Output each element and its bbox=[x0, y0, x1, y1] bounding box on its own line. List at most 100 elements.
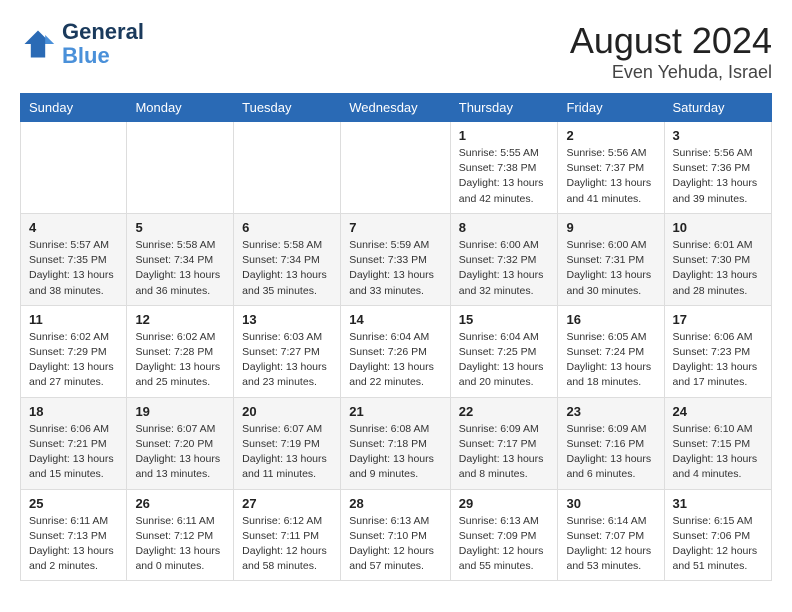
day-info: Sunrise: 5:59 AM Sunset: 7:33 PM Dayligh… bbox=[349, 238, 442, 299]
day-number: 14 bbox=[349, 312, 442, 327]
day-cell bbox=[341, 122, 451, 214]
day-cell: 13 Sunrise: 6:03 AM Sunset: 7:27 PM Dayli… bbox=[234, 305, 341, 397]
day-cell: 1 Sunrise: 5:55 AM Sunset: 7:38 PM Daylig… bbox=[450, 122, 558, 214]
day-number: 22 bbox=[459, 404, 550, 419]
logo-line2: Blue bbox=[62, 44, 144, 68]
day-number: 10 bbox=[673, 220, 763, 235]
day-number: 13 bbox=[242, 312, 332, 327]
day-number: 1 bbox=[459, 128, 550, 143]
day-info: Sunrise: 6:06 AM Sunset: 7:21 PM Dayligh… bbox=[29, 422, 118, 483]
day-info: Sunrise: 5:55 AM Sunset: 7:38 PM Dayligh… bbox=[459, 146, 550, 207]
day-number: 6 bbox=[242, 220, 332, 235]
day-number: 2 bbox=[566, 128, 655, 143]
day-info: Sunrise: 6:09 AM Sunset: 7:16 PM Dayligh… bbox=[566, 422, 655, 483]
day-number: 4 bbox=[29, 220, 118, 235]
weekday-header-tuesday: Tuesday bbox=[234, 94, 341, 122]
day-info: Sunrise: 6:07 AM Sunset: 7:19 PM Dayligh… bbox=[242, 422, 332, 483]
day-number: 18 bbox=[29, 404, 118, 419]
day-info: Sunrise: 5:57 AM Sunset: 7:35 PM Dayligh… bbox=[29, 238, 118, 299]
day-info: Sunrise: 6:14 AM Sunset: 7:07 PM Dayligh… bbox=[566, 514, 655, 575]
day-number: 30 bbox=[566, 496, 655, 511]
day-number: 29 bbox=[459, 496, 550, 511]
day-cell: 2 Sunrise: 5:56 AM Sunset: 7:37 PM Daylig… bbox=[558, 122, 664, 214]
day-info: Sunrise: 6:00 AM Sunset: 7:32 PM Dayligh… bbox=[459, 238, 550, 299]
day-info: Sunrise: 6:04 AM Sunset: 7:25 PM Dayligh… bbox=[459, 330, 550, 391]
day-info: Sunrise: 6:01 AM Sunset: 7:30 PM Dayligh… bbox=[673, 238, 763, 299]
day-cell bbox=[234, 122, 341, 214]
day-info: Sunrise: 6:06 AM Sunset: 7:23 PM Dayligh… bbox=[673, 330, 763, 391]
weekday-header-saturday: Saturday bbox=[664, 94, 771, 122]
page-header: General Blue August 2024 Even Yehuda, Is… bbox=[20, 20, 772, 83]
weekday-header-thursday: Thursday bbox=[450, 94, 558, 122]
day-cell: 28 Sunrise: 6:13 AM Sunset: 7:10 PM Dayli… bbox=[341, 489, 451, 581]
day-cell: 16 Sunrise: 6:05 AM Sunset: 7:24 PM Dayli… bbox=[558, 305, 664, 397]
day-info: Sunrise: 6:00 AM Sunset: 7:31 PM Dayligh… bbox=[566, 238, 655, 299]
week-row-3: 11Sunrise: 6:02 AM Sunset: 7:29 PM Dayli… bbox=[21, 305, 772, 397]
day-info: Sunrise: 6:05 AM Sunset: 7:24 PM Dayligh… bbox=[566, 330, 655, 391]
day-number: 21 bbox=[349, 404, 442, 419]
day-cell: 3Sunrise: 5:56 AM Sunset: 7:36 PM Daylig… bbox=[664, 122, 771, 214]
day-info: Sunrise: 6:08 AM Sunset: 7:18 PM Dayligh… bbox=[349, 422, 442, 483]
day-info: Sunrise: 6:12 AM Sunset: 7:11 PM Dayligh… bbox=[242, 514, 332, 575]
week-row-5: 25Sunrise: 6:11 AM Sunset: 7:13 PM Dayli… bbox=[21, 489, 772, 581]
day-number: 26 bbox=[135, 496, 225, 511]
weekday-header-row: SundayMondayTuesdayWednesdayThursdayFrid… bbox=[21, 94, 772, 122]
day-cell: 31Sunrise: 6:15 AM Sunset: 7:06 PM Dayli… bbox=[664, 489, 771, 581]
day-number: 16 bbox=[566, 312, 655, 327]
day-cell: 24 Sunrise: 6:10 AM Sunset: 7:15 PM Dayli… bbox=[664, 397, 771, 489]
day-cell: 30 Sunrise: 6:14 AM Sunset: 7:07 PM Dayli… bbox=[558, 489, 664, 581]
day-number: 9 bbox=[566, 220, 655, 235]
week-row-1: 1 Sunrise: 5:55 AM Sunset: 7:38 PM Daylig… bbox=[21, 122, 772, 214]
day-cell: 14 Sunrise: 6:04 AM Sunset: 7:26 PM Dayli… bbox=[341, 305, 451, 397]
day-cell: 6Sunrise: 5:58 AM Sunset: 7:34 PM Daylig… bbox=[234, 213, 341, 305]
day-number: 15 bbox=[459, 312, 550, 327]
day-info: Sunrise: 6:10 AM Sunset: 7:15 PM Dayligh… bbox=[673, 422, 763, 483]
day-cell: 17 Sunrise: 6:06 AM Sunset: 7:23 PM Dayli… bbox=[664, 305, 771, 397]
weekday-header-sunday: Sunday bbox=[21, 94, 127, 122]
day-cell bbox=[127, 122, 234, 214]
day-cell bbox=[21, 122, 127, 214]
day-cell: 8Sunrise: 6:00 AM Sunset: 7:32 PM Daylig… bbox=[450, 213, 558, 305]
day-info: Sunrise: 6:07 AM Sunset: 7:20 PM Dayligh… bbox=[135, 422, 225, 483]
day-info: Sunrise: 6:04 AM Sunset: 7:26 PM Dayligh… bbox=[349, 330, 442, 391]
location-title: Even Yehuda, Israel bbox=[570, 62, 772, 83]
week-row-2: 4 Sunrise: 5:57 AM Sunset: 7:35 PM Daylig… bbox=[21, 213, 772, 305]
day-cell: 29 Sunrise: 6:13 AM Sunset: 7:09 PM Dayli… bbox=[450, 489, 558, 581]
logo-icon bbox=[20, 26, 56, 62]
day-number: 17 bbox=[673, 312, 763, 327]
weekday-header-friday: Friday bbox=[558, 94, 664, 122]
day-cell: 19Sunrise: 6:07 AM Sunset: 7:20 PM Dayli… bbox=[127, 397, 234, 489]
day-cell: 27Sunrise: 6:12 AM Sunset: 7:11 PM Dayli… bbox=[234, 489, 341, 581]
week-row-4: 18 Sunrise: 6:06 AM Sunset: 7:21 PM Dayli… bbox=[21, 397, 772, 489]
day-info: Sunrise: 6:11 AM Sunset: 7:12 PM Dayligh… bbox=[135, 514, 225, 575]
day-cell: 12 Sunrise: 6:02 AM Sunset: 7:28 PM Dayli… bbox=[127, 305, 234, 397]
day-info: Sunrise: 6:13 AM Sunset: 7:09 PM Dayligh… bbox=[459, 514, 550, 575]
day-cell: 26 Sunrise: 6:11 AM Sunset: 7:12 PM Dayli… bbox=[127, 489, 234, 581]
day-number: 24 bbox=[673, 404, 763, 419]
day-number: 25 bbox=[29, 496, 118, 511]
day-info: Sunrise: 6:13 AM Sunset: 7:10 PM Dayligh… bbox=[349, 514, 442, 575]
day-number: 23 bbox=[566, 404, 655, 419]
logo: General Blue bbox=[20, 20, 144, 68]
day-info: Sunrise: 5:56 AM Sunset: 7:37 PM Dayligh… bbox=[566, 146, 655, 207]
day-info: Sunrise: 6:03 AM Sunset: 7:27 PM Dayligh… bbox=[242, 330, 332, 391]
day-info: Sunrise: 6:02 AM Sunset: 7:28 PM Dayligh… bbox=[135, 330, 225, 391]
day-number: 28 bbox=[349, 496, 442, 511]
day-number: 12 bbox=[135, 312, 225, 327]
calendar-table: SundayMondayTuesdayWednesdayThursdayFrid… bbox=[20, 93, 772, 581]
weekday-header-wednesday: Wednesday bbox=[341, 94, 451, 122]
day-cell: 15 Sunrise: 6:04 AM Sunset: 7:25 PM Dayli… bbox=[450, 305, 558, 397]
day-cell: 22 Sunrise: 6:09 AM Sunset: 7:17 PM Dayli… bbox=[450, 397, 558, 489]
day-info: Sunrise: 5:56 AM Sunset: 7:36 PM Dayligh… bbox=[673, 146, 763, 207]
day-info: Sunrise: 5:58 AM Sunset: 7:34 PM Dayligh… bbox=[135, 238, 225, 299]
day-info: Sunrise: 6:09 AM Sunset: 7:17 PM Dayligh… bbox=[459, 422, 550, 483]
day-number: 20 bbox=[242, 404, 332, 419]
day-cell: 21 Sunrise: 6:08 AM Sunset: 7:18 PM Dayli… bbox=[341, 397, 451, 489]
day-info: Sunrise: 6:15 AM Sunset: 7:06 PM Dayligh… bbox=[673, 514, 763, 575]
day-number: 7 bbox=[349, 220, 442, 235]
month-title: August 2024 bbox=[570, 20, 772, 62]
weekday-header-monday: Monday bbox=[127, 94, 234, 122]
title-block: August 2024 Even Yehuda, Israel bbox=[570, 20, 772, 83]
day-cell: 18 Sunrise: 6:06 AM Sunset: 7:21 PM Dayli… bbox=[21, 397, 127, 489]
day-cell: 11Sunrise: 6:02 AM Sunset: 7:29 PM Dayli… bbox=[21, 305, 127, 397]
